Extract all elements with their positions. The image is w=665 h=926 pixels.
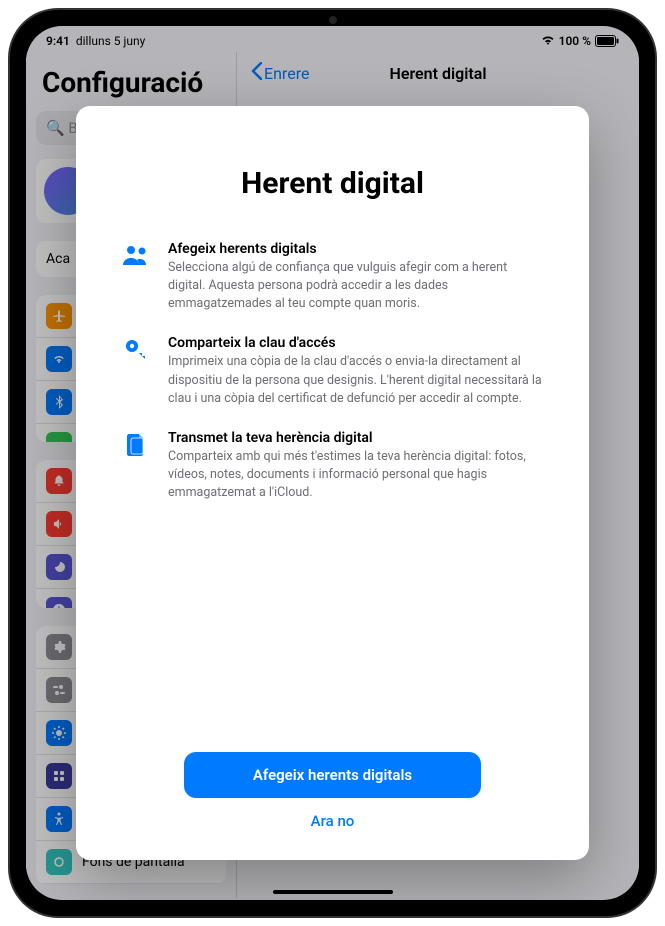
feature-pass-legacy: Transmet la teva herència digital Compar…	[120, 430, 545, 502]
modal-overlay: Herent digital Afegeix herents digitals …	[26, 26, 639, 900]
digital-legacy-modal: Herent digital Afegeix herents digitals …	[76, 106, 589, 860]
modal-title: Herent digital	[120, 166, 545, 201]
key-icon	[120, 335, 152, 407]
home-indicator[interactable]	[273, 890, 393, 894]
ipad-frame: 9:41 dilluns 5 juny 100 % Configuració 🔍…	[10, 10, 655, 916]
feature-desc: Selecciona algú de confiança que vulguis…	[168, 259, 545, 313]
camera-notch	[329, 16, 337, 24]
feature-add-contacts: Afegeix herents digitals Selecciona algú…	[120, 241, 545, 313]
feature-heading: Comparteix la clau d'accés	[168, 335, 545, 351]
feature-desc: Imprimeix una còpia de la clau d'accés o…	[168, 353, 545, 407]
feature-heading: Transmet la teva herència digital	[168, 430, 545, 446]
feature-heading: Afegeix herents digitals	[168, 241, 545, 257]
feature-desc: Comparteix amb qui més t'estimes la teva…	[168, 448, 545, 502]
feature-share-key: Comparteix la clau d'accés Imprimeix una…	[120, 335, 545, 407]
screen: 9:41 dilluns 5 juny 100 % Configuració 🔍…	[26, 26, 639, 900]
add-legacy-contact-button[interactable]: Afegeix herents digitals	[184, 752, 482, 798]
people-icon	[120, 241, 152, 313]
documents-icon	[120, 430, 152, 502]
not-now-button[interactable]: Ara no	[311, 812, 355, 830]
